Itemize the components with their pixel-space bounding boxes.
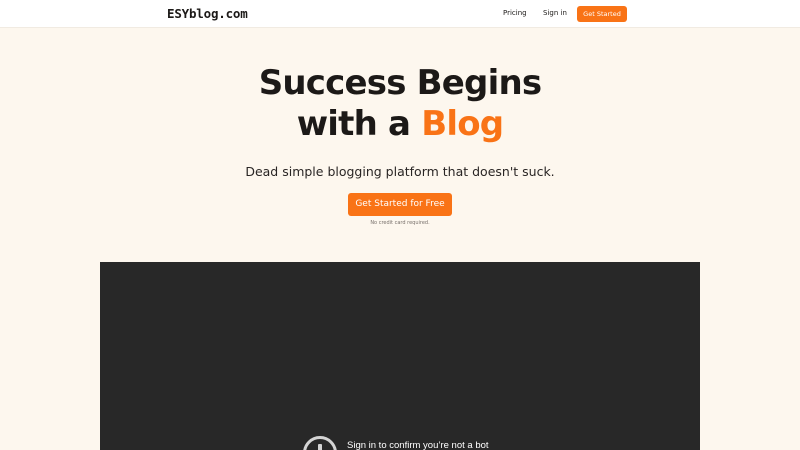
hero-title-line-2-prefix: with a — [296, 104, 422, 144]
alert-circle-icon — [303, 436, 337, 450]
nav-link-sign-in[interactable]: Sign in — [543, 9, 567, 17]
no-credit-card-note: No credit card required. — [370, 220, 430, 226]
landing-page: ESYblog.com Pricing Sign in Get Started … — [0, 0, 800, 450]
get-started-free-button[interactable]: Get Started for Free — [348, 193, 452, 216]
video-embed[interactable]: Sign in to confirm you’re not a bot — [100, 262, 700, 450]
header-get-started-button[interactable]: Get Started — [577, 6, 627, 22]
hero-title-accent: Blog — [421, 104, 504, 144]
nav-link-pricing[interactable]: Pricing — [503, 9, 527, 17]
hero-subtitle: Dead simple blogging platform that doesn… — [245, 164, 555, 179]
bot-check-message: Sign in to confirm you’re not a bot — [347, 440, 489, 450]
hero-title: Success Begins with a Blog — [200, 63, 600, 145]
hero-title-line-1: Success Begins — [258, 63, 542, 103]
site-logo[interactable]: ESYblog.com — [167, 6, 248, 21]
site-header: ESYblog.com Pricing Sign in Get Started — [0, 0, 800, 28]
